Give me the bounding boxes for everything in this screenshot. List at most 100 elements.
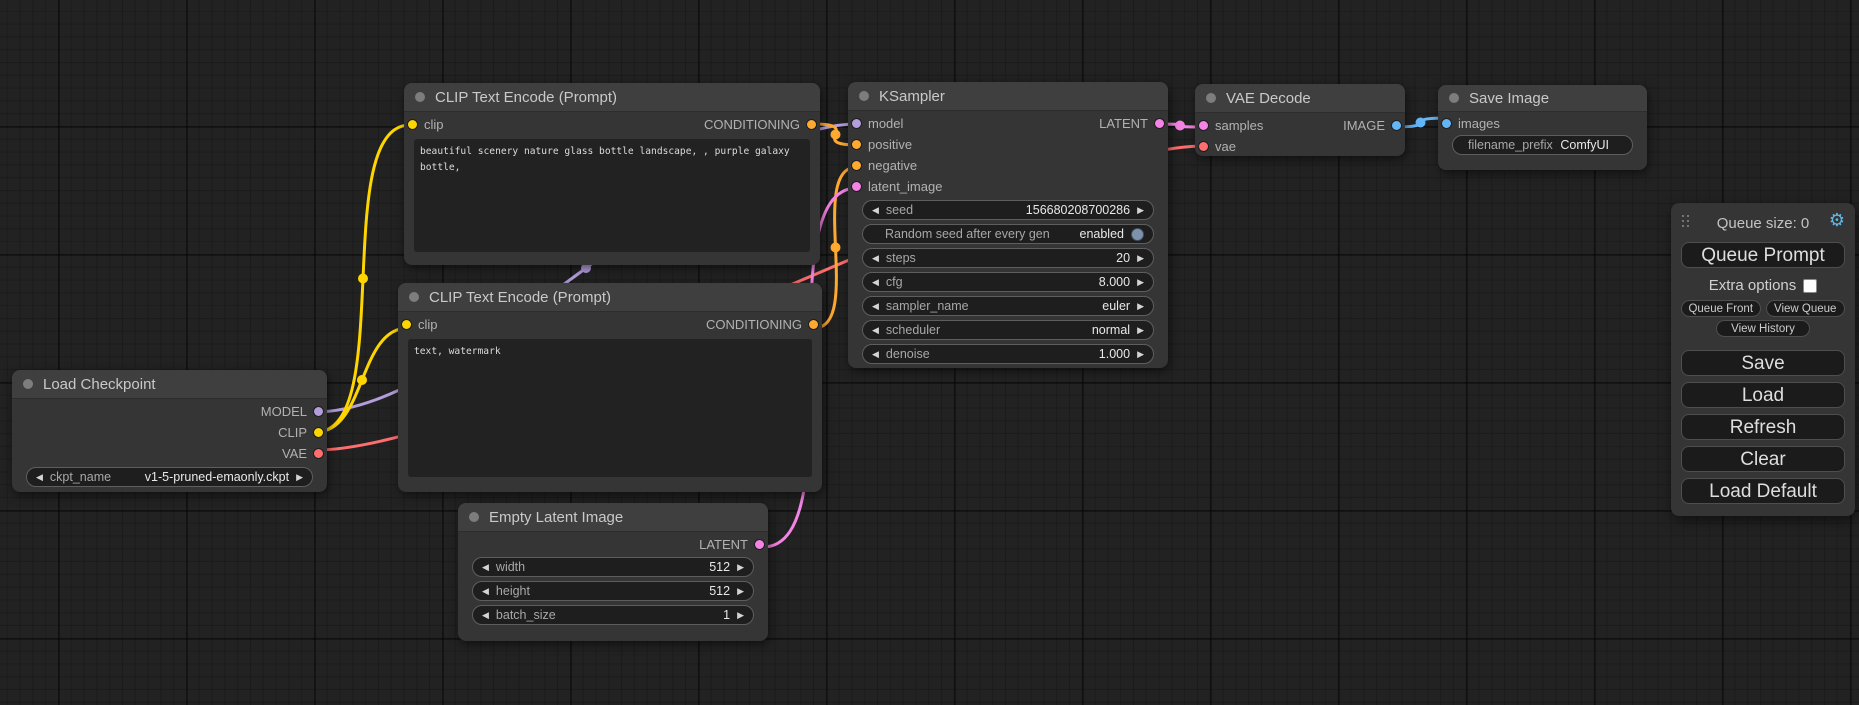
queue-front-button[interactable]: Queue Front — [1681, 300, 1761, 317]
toggle-indicator[interactable] — [1131, 228, 1144, 241]
widget-value: 8.000 — [1099, 275, 1130, 289]
input-label-vae: vae — [1215, 139, 1236, 154]
collapse-dot-icon[interactable] — [469, 512, 479, 522]
clear-button[interactable]: Clear — [1681, 446, 1845, 472]
extra-options-checkbox[interactable] — [1803, 279, 1817, 293]
conditioning-output-port[interactable] — [809, 320, 818, 329]
node-title-bar[interactable]: Load Checkpoint — [12, 370, 327, 399]
clip-output-port[interactable] — [314, 428, 323, 437]
collapse-dot-icon[interactable] — [859, 91, 869, 101]
input-label-positive: positive — [868, 137, 912, 152]
node-title-bar[interactable]: Empty Latent Image — [458, 503, 768, 532]
vae-output-port[interactable] — [314, 449, 323, 458]
input-label-model: model — [868, 116, 903, 131]
widget-value: 1 — [723, 608, 730, 622]
model-input-port[interactable] — [852, 119, 861, 128]
output-label-conditioning: CONDITIONING — [706, 317, 802, 332]
clip-input-port[interactable] — [408, 120, 417, 129]
node-title: Save Image — [1469, 90, 1549, 107]
node-title-bar[interactable]: KSampler — [848, 82, 1168, 111]
widget-value: 156680208700286 — [1026, 203, 1130, 217]
decrement-arrow-icon[interactable]: ◀ — [482, 587, 489, 596]
negative-prompt-textarea[interactable]: text, watermark — [408, 339, 812, 477]
random-seed-toggle-widget[interactable]: Random seed after every gen enabled — [862, 224, 1154, 244]
node-title: Load Checkpoint — [43, 376, 156, 393]
increment-arrow-icon[interactable]: ▶ — [737, 611, 744, 620]
width-widget[interactable]: ◀ width 512 ▶ — [472, 557, 754, 577]
image-output-port[interactable] — [1392, 121, 1401, 130]
widget-value: 1.000 — [1099, 347, 1130, 361]
conditioning-output-port[interactable] — [807, 120, 816, 129]
node-load-checkpoint[interactable]: Load Checkpoint MODEL CLIP VAE ◀ ckpt_na… — [12, 370, 327, 492]
load-button[interactable]: Load — [1681, 382, 1845, 408]
clip-input-port[interactable] — [402, 320, 411, 329]
model-output-port[interactable] — [314, 407, 323, 416]
increment-arrow-icon[interactable]: ▶ — [296, 473, 303, 482]
output-label-clip: CLIP — [278, 425, 307, 440]
batch-size-widget[interactable]: ◀ batch_size 1 ▶ — [472, 605, 754, 625]
node-empty-latent-image[interactable]: Empty Latent Image LATENT ◀ width 512 ▶ … — [458, 503, 768, 641]
decrement-arrow-icon[interactable]: ◀ — [36, 473, 43, 482]
decrement-arrow-icon[interactable]: ◀ — [872, 254, 879, 263]
node-clip-text-encode-negative[interactable]: CLIP Text Encode (Prompt) clip CONDITION… — [398, 283, 822, 492]
increment-arrow-icon[interactable]: ▶ — [1137, 278, 1144, 287]
decrement-arrow-icon[interactable]: ◀ — [872, 278, 879, 287]
increment-arrow-icon[interactable]: ▶ — [737, 587, 744, 596]
node-vae-decode[interactable]: VAE Decode samples IMAGE vae — [1195, 84, 1405, 156]
ckpt-name-widget[interactable]: ◀ ckpt_name v1-5-pruned-emaonly.ckpt ▶ — [26, 467, 313, 487]
decrement-arrow-icon[interactable]: ◀ — [872, 206, 879, 215]
drag-handle[interactable] — [1682, 215, 1690, 229]
latent-output-port[interactable] — [1155, 119, 1164, 128]
samples-input-port[interactable] — [1199, 121, 1208, 130]
view-history-button[interactable]: View History — [1716, 320, 1810, 337]
extra-options-label: Extra options — [1709, 277, 1797, 294]
node-ksampler[interactable]: KSampler model LATENT positive negative … — [848, 82, 1168, 368]
increment-arrow-icon[interactable]: ▶ — [1137, 206, 1144, 215]
settings-gear-icon[interactable]: ⚙ — [1829, 211, 1845, 229]
widget-label: sampler_name — [886, 299, 969, 313]
height-widget[interactable]: ◀ height 512 ▶ — [472, 581, 754, 601]
refresh-button[interactable]: Refresh — [1681, 414, 1845, 440]
decrement-arrow-icon[interactable]: ◀ — [482, 563, 489, 572]
collapse-dot-icon[interactable] — [409, 292, 419, 302]
collapse-dot-icon[interactable] — [1449, 93, 1459, 103]
steps-widget[interactable]: ◀ steps 20 ▶ — [862, 248, 1154, 268]
input-label-negative: negative — [868, 158, 917, 173]
collapse-dot-icon[interactable] — [415, 92, 425, 102]
decrement-arrow-icon[interactable]: ◀ — [482, 611, 489, 620]
increment-arrow-icon[interactable]: ▶ — [1137, 350, 1144, 359]
input-label-clip: clip — [418, 317, 438, 332]
increment-arrow-icon[interactable]: ▶ — [1137, 326, 1144, 335]
scheduler-widget[interactable]: ◀ scheduler normal ▶ — [862, 320, 1154, 340]
vae-input-port[interactable] — [1199, 142, 1208, 151]
node-save-image[interactable]: Save Image images filename_prefix ComfyU… — [1438, 85, 1647, 170]
increment-arrow-icon[interactable]: ▶ — [1137, 302, 1144, 311]
latent-output-port[interactable] — [755, 540, 764, 549]
collapse-dot-icon[interactable] — [1206, 93, 1216, 103]
increment-arrow-icon[interactable]: ▶ — [1137, 254, 1144, 263]
decrement-arrow-icon[interactable]: ◀ — [872, 350, 879, 359]
negative-input-port[interactable] — [852, 161, 861, 170]
load-default-button[interactable]: Load Default — [1681, 478, 1845, 504]
node-title-bar[interactable]: CLIP Text Encode (Prompt) — [398, 283, 822, 312]
increment-arrow-icon[interactable]: ▶ — [737, 563, 744, 572]
queue-prompt-button[interactable]: Queue Prompt — [1681, 242, 1845, 268]
positive-input-port[interactable] — [852, 140, 861, 149]
filename-prefix-widget[interactable]: filename_prefix ComfyUI — [1452, 135, 1633, 155]
cfg-widget[interactable]: ◀ cfg 8.000 ▶ — [862, 272, 1154, 292]
node-title-bar[interactable]: VAE Decode — [1195, 84, 1405, 113]
images-input-port[interactable] — [1442, 119, 1451, 128]
decrement-arrow-icon[interactable]: ◀ — [872, 302, 879, 311]
view-queue-button[interactable]: View Queue — [1766, 300, 1846, 317]
denoise-widget[interactable]: ◀ denoise 1.000 ▶ — [862, 344, 1154, 364]
seed-widget[interactable]: ◀ seed 156680208700286 ▶ — [862, 200, 1154, 220]
decrement-arrow-icon[interactable]: ◀ — [872, 326, 879, 335]
sampler-name-widget[interactable]: ◀ sampler_name euler ▶ — [862, 296, 1154, 316]
positive-prompt-textarea[interactable]: beautiful scenery nature glass bottle la… — [414, 139, 810, 252]
node-title-bar[interactable]: CLIP Text Encode (Prompt) — [404, 83, 820, 112]
node-title-bar[interactable]: Save Image — [1438, 85, 1647, 112]
save-button[interactable]: Save — [1681, 350, 1845, 376]
collapse-dot-icon[interactable] — [23, 379, 33, 389]
latent-image-input-port[interactable] — [852, 182, 861, 191]
node-clip-text-encode-positive[interactable]: CLIP Text Encode (Prompt) clip CONDITION… — [404, 83, 820, 265]
